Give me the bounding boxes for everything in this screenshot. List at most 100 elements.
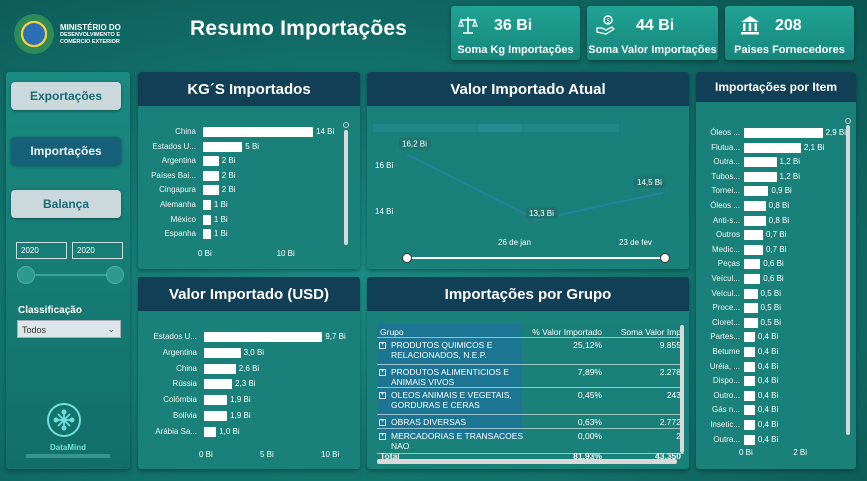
col-soma-header[interactable]: Soma Valor Imp: [609, 327, 681, 337]
valor-usd-panel: Valor Importado (USD) Estados U... 9,7 Bi…: [138, 277, 360, 469]
grupo-table-panel: Importações por Grupo Grupo % Valor Impo…: [367, 277, 689, 469]
bar-category-label: Tubos...: [711, 171, 740, 181]
x-tick-label: 26 de jan: [498, 238, 531, 247]
sidebar: Exportações Importações Balança 2020 202…: [6, 72, 130, 469]
bar-value-label: 0,4 Bi: [757, 347, 779, 356]
bar-category-label: Medic...: [711, 244, 740, 254]
bar-value-label: 0,8 Bi: [768, 215, 790, 225]
date-range-start-handle[interactable]: [402, 253, 412, 263]
bar: [203, 156, 219, 167]
bar-category-label: Arábia Sa...: [155, 426, 197, 436]
nav-importacoes-button[interactable]: Importações: [11, 137, 121, 165]
expand-icon[interactable]: +: [379, 392, 386, 399]
row-grupo: PRODUTOS ALIMENTICIOS E ANIMAIS VIVOS: [391, 367, 509, 387]
bar-value-label: 1,2 Bi: [779, 157, 800, 167]
bar-value-label: 1,9 Bi: [230, 411, 251, 420]
table-vertical-scrollbar[interactable]: [680, 325, 684, 453]
bar-value-label: 0,4 Bi: [757, 390, 779, 400]
x-tick-label: 0 Bi: [198, 249, 212, 258]
table-header-row: Grupo % Valor Importado Soma Valor Imp: [377, 325, 684, 338]
bar-value-label: 2 Bi: [221, 185, 236, 195]
bar: [203, 141, 243, 152]
bar-value-label: 0,4 Bi: [757, 332, 779, 342]
bar-category-label: Outros: [715, 230, 740, 240]
datamind-brand: DataMind: [50, 443, 86, 452]
table-row[interactable]: + PRODUTOS QUIMICOS E RELACIONADOS, N.E.P…: [377, 339, 684, 365]
bar-value-label: 2 Bi: [221, 156, 236, 166]
bar-category-label: Outro...: [713, 390, 740, 400]
bar-category-label: Estados U...: [153, 332, 197, 341]
col-pct-header[interactable]: % Valor Importado: [527, 327, 602, 337]
bar-category-label: Argentina: [161, 156, 196, 166]
row-soma: 243: [666, 390, 681, 400]
kg-chart-scrollbar[interactable]: [344, 130, 348, 245]
ministry-line2: DESENVOLVIMENTO E: [60, 31, 121, 38]
bar-category-label: Países Bai...: [151, 170, 196, 180]
kpi-label: Soma Kg Importações: [457, 44, 574, 56]
table-row[interactable]: + OLEOS ANIMAIS E VEGETAIS, GORDURAS E CE…: [377, 389, 684, 415]
x-tick-label: 10 Bi: [276, 249, 295, 258]
nav-exportacoes-button[interactable]: Exportações: [11, 82, 121, 110]
bar: [744, 128, 823, 138]
kpi-label: Paises Fornecedores: [734, 44, 845, 56]
x-tick-label: 2 Bi: [793, 448, 807, 457]
col-grupo-header[interactable]: Grupo: [380, 327, 515, 337]
year-from-input[interactable]: 2020: [16, 242, 67, 259]
bar: [744, 230, 763, 241]
grupo-table-title: Importações por Grupo: [367, 277, 689, 311]
bar: [744, 215, 766, 226]
bar-value-label: 0,7 Bi: [765, 244, 787, 254]
bar: [204, 363, 236, 374]
svg-text:$: $: [606, 18, 610, 25]
bar: [744, 361, 755, 372]
x-tick-label: 0 Bi: [199, 450, 213, 459]
bar-value-label: 0,7 Bi: [765, 230, 787, 240]
bar: [204, 426, 217, 437]
y-tick-label: 14 Bi: [375, 207, 393, 216]
bar-category-label: Espanha: [164, 229, 196, 239]
bar-value-label: 3,0 Bi: [243, 347, 265, 357]
bar-value-label: 0,4 Bi: [757, 361, 779, 371]
table-row[interactable]: + OBRAS DIVERSAS 0,63% 2.772: [377, 416, 684, 429]
bar: [744, 405, 755, 416]
bar-category-label: Rússia: [172, 379, 197, 389]
expand-icon[interactable]: +: [379, 433, 386, 440]
bar-category-label: Cloret...: [711, 317, 740, 327]
year-slider-left-handle[interactable]: [17, 266, 35, 284]
valor-atual-panel: Valor Importado Atual 16,2 Bi 13,3 Bi 14,5…: [367, 72, 689, 269]
bar: [744, 434, 755, 445]
bar-value-label: 0,6 Bi: [763, 259, 784, 269]
kpi-paises: 208 Paises Fornecedores: [725, 6, 854, 60]
row-grupo: OBRAS DIVERSAS: [391, 417, 467, 427]
scroll-up-indicator[interactable]: [343, 122, 349, 128]
valor-atual-title: Valor Importado Atual: [367, 72, 689, 106]
ministry-logo: MINISTÉRIO DO DESENVOLVIMENTO E COMÉRCIO…: [14, 10, 144, 58]
expand-icon[interactable]: +: [379, 419, 386, 426]
row-soma: 2.278: [659, 367, 681, 377]
coat-of-arms-icon: [14, 14, 54, 54]
expand-icon[interactable]: +: [379, 369, 386, 376]
bar: [204, 411, 228, 421]
scroll-up-indicator[interactable]: [845, 118, 851, 124]
x-tick-label: 0 Bi: [739, 448, 753, 457]
kpi-value: 36 Bi: [494, 17, 533, 34]
table-horizontal-scrollbar[interactable]: [377, 459, 677, 464]
date-range-end-handle[interactable]: [660, 253, 670, 263]
ministry-name: MINISTÉRIO DO DESENVOLVIMENTO E COMÉRCIO…: [60, 23, 121, 46]
item-chart-scrollbar[interactable]: [846, 125, 850, 435]
bar-category-label: Outra...: [713, 157, 740, 167]
expand-icon[interactable]: +: [379, 342, 386, 349]
year-slider-right-handle[interactable]: [106, 266, 124, 284]
bar-category-label: China: [175, 127, 196, 136]
bar: [744, 303, 758, 314]
table-row[interactable]: + PRODUTOS ALIMENTICIOS E ANIMAIS VIVOS 7,…: [377, 366, 684, 388]
year-slider-track[interactable]: [25, 274, 115, 276]
bar-value-label: 0,5 Bi: [760, 317, 782, 327]
nav-balanca-button[interactable]: Balança: [11, 190, 121, 218]
year-to-input[interactable]: 2020: [72, 242, 123, 259]
data-label: 13,3 Bi: [529, 209, 554, 218]
bar-category-label: Gás n...: [711, 405, 740, 415]
classificacao-select[interactable]: Todos ⌄: [17, 320, 121, 338]
bar-category-label: Argentina: [162, 347, 197, 357]
bar-category-label: Óleos ...: [710, 201, 740, 210]
